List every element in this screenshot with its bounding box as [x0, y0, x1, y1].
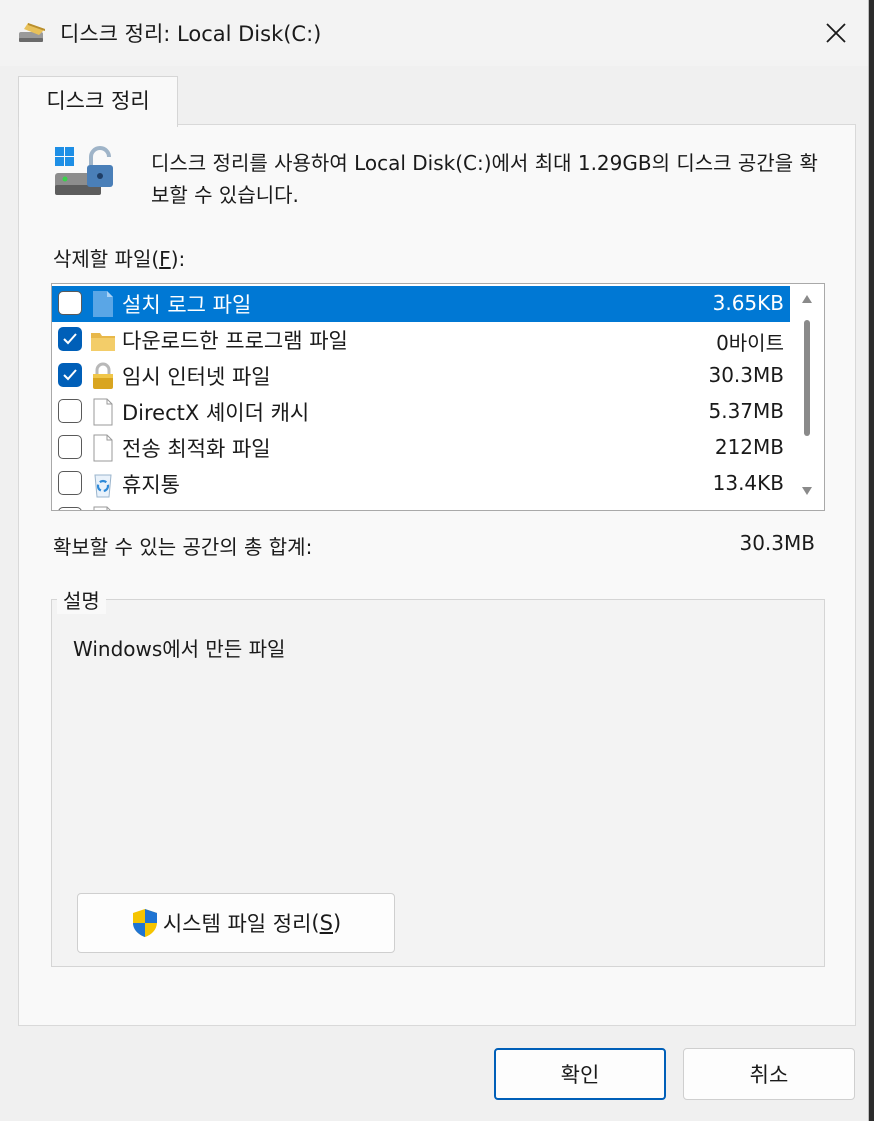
close-icon — [826, 23, 846, 43]
total-space-label: 확보할 수 있는 공간의 총 합계: — [53, 535, 313, 559]
summary-text: 디스크 정리를 사용하여 Local Disk(C:)에서 최대 1.29GB의… — [151, 151, 818, 207]
checkmark-icon — [63, 333, 77, 345]
close-button[interactable] — [804, 0, 868, 66]
total-space-value: 30.3MB — [739, 531, 815, 555]
list-scrollbar[interactable] — [790, 284, 824, 510]
description-group-label: 설명 — [57, 585, 106, 614]
ok-button[interactable]: 확인 — [494, 1048, 666, 1100]
file-name: 설치 로그 파일 — [122, 293, 252, 317]
file-checkbox[interactable] — [58, 363, 82, 387]
file-row[interactable]: 휴지통 13.4KB — [52, 466, 790, 502]
title-bar[interactable]: 디스크 정리: Local Disk(C:) — [0, 0, 868, 66]
file-row[interactable]: 전송 최적화 파일 212MB — [52, 430, 790, 466]
scroll-up-icon[interactable] — [801, 294, 813, 304]
file-size: 5.37MB — [708, 399, 784, 423]
file-row[interactable]: 설치 로그 파일 3.65KB — [52, 286, 790, 322]
file-name: 휴지통 — [122, 473, 180, 497]
tab-panel: 디스크 정리를 사용하여 Local Disk(C:)에서 최대 1.29GB의… — [18, 124, 856, 1026]
lock-icon — [90, 362, 116, 390]
file-row[interactable]: 임시 인터넷 파일 30.3MB — [52, 358, 790, 394]
file-checkbox[interactable] — [58, 435, 82, 459]
blank-page-icon — [90, 398, 116, 426]
files-listbox[interactable]: 설치 로그 파일 3.65KB 다운로드한 프로그램 파일 0바이트임시 인터넷 파일… — [51, 283, 825, 511]
file-name: 임시 인터넷 파일 — [122, 365, 271, 389]
file-size: 3.65KB — [712, 291, 784, 315]
tab-disk-cleanup[interactable]: 디스크 정리 — [18, 76, 178, 127]
scroll-down-icon[interactable] — [801, 486, 813, 496]
shield-icon — [132, 909, 157, 937]
blank-page-icon — [90, 434, 116, 462]
file-size: 13.4KB — [712, 471, 784, 495]
disk-cleanup-icon — [19, 23, 45, 42]
file-checkbox[interactable] — [58, 399, 82, 423]
file-name: 다운로드한 프로그램 파일 — [122, 329, 348, 353]
file-checkbox[interactable] — [58, 507, 82, 510]
checkmark-icon — [63, 369, 77, 381]
file-checkbox[interactable] — [58, 291, 82, 315]
file-size: 0바이트 — [716, 331, 784, 355]
file-size: 30.3MB — [708, 363, 784, 387]
disk-cleanup-window: 디스크 정리: Local Disk(C:) 디스크 정리 디스크 정리를 사용… — [0, 0, 869, 1121]
cleanup-system-files-button[interactable]: 시스템 파일 정리 (S) — [77, 893, 395, 953]
files-list: 설치 로그 파일 3.65KB 다운로드한 프로그램 파일 0바이트임시 인터넷 파일… — [52, 284, 790, 510]
folder-icon — [90, 326, 116, 354]
window-title: 디스크 정리: Local Disk(C:) — [60, 22, 322, 46]
blank-page-icon — [90, 506, 116, 510]
file-size: 212MB — [714, 435, 784, 459]
file-checkbox[interactable] — [58, 471, 82, 495]
files-to-delete-label: 삭제할 파일(F): — [53, 247, 186, 271]
document-icon — [90, 290, 116, 318]
description-text: Windows에서 만든 파일 — [73, 637, 286, 661]
file-name: 전송 최적화 파일 — [122, 437, 271, 461]
file-row[interactable] — [52, 502, 790, 510]
cancel-button[interactable]: 취소 — [683, 1048, 855, 1100]
scroll-thumb[interactable] — [804, 320, 810, 436]
drive-lock-icon — [55, 146, 113, 195]
file-row[interactable]: DirectX 셰이더 캐시 5.37MB — [52, 394, 790, 430]
file-name: DirectX 셰이더 캐시 — [122, 401, 310, 425]
file-checkbox[interactable] — [58, 327, 82, 351]
file-row[interactable]: 다운로드한 프로그램 파일 0바이트 — [52, 322, 790, 358]
recycle-bin-icon — [90, 470, 116, 498]
